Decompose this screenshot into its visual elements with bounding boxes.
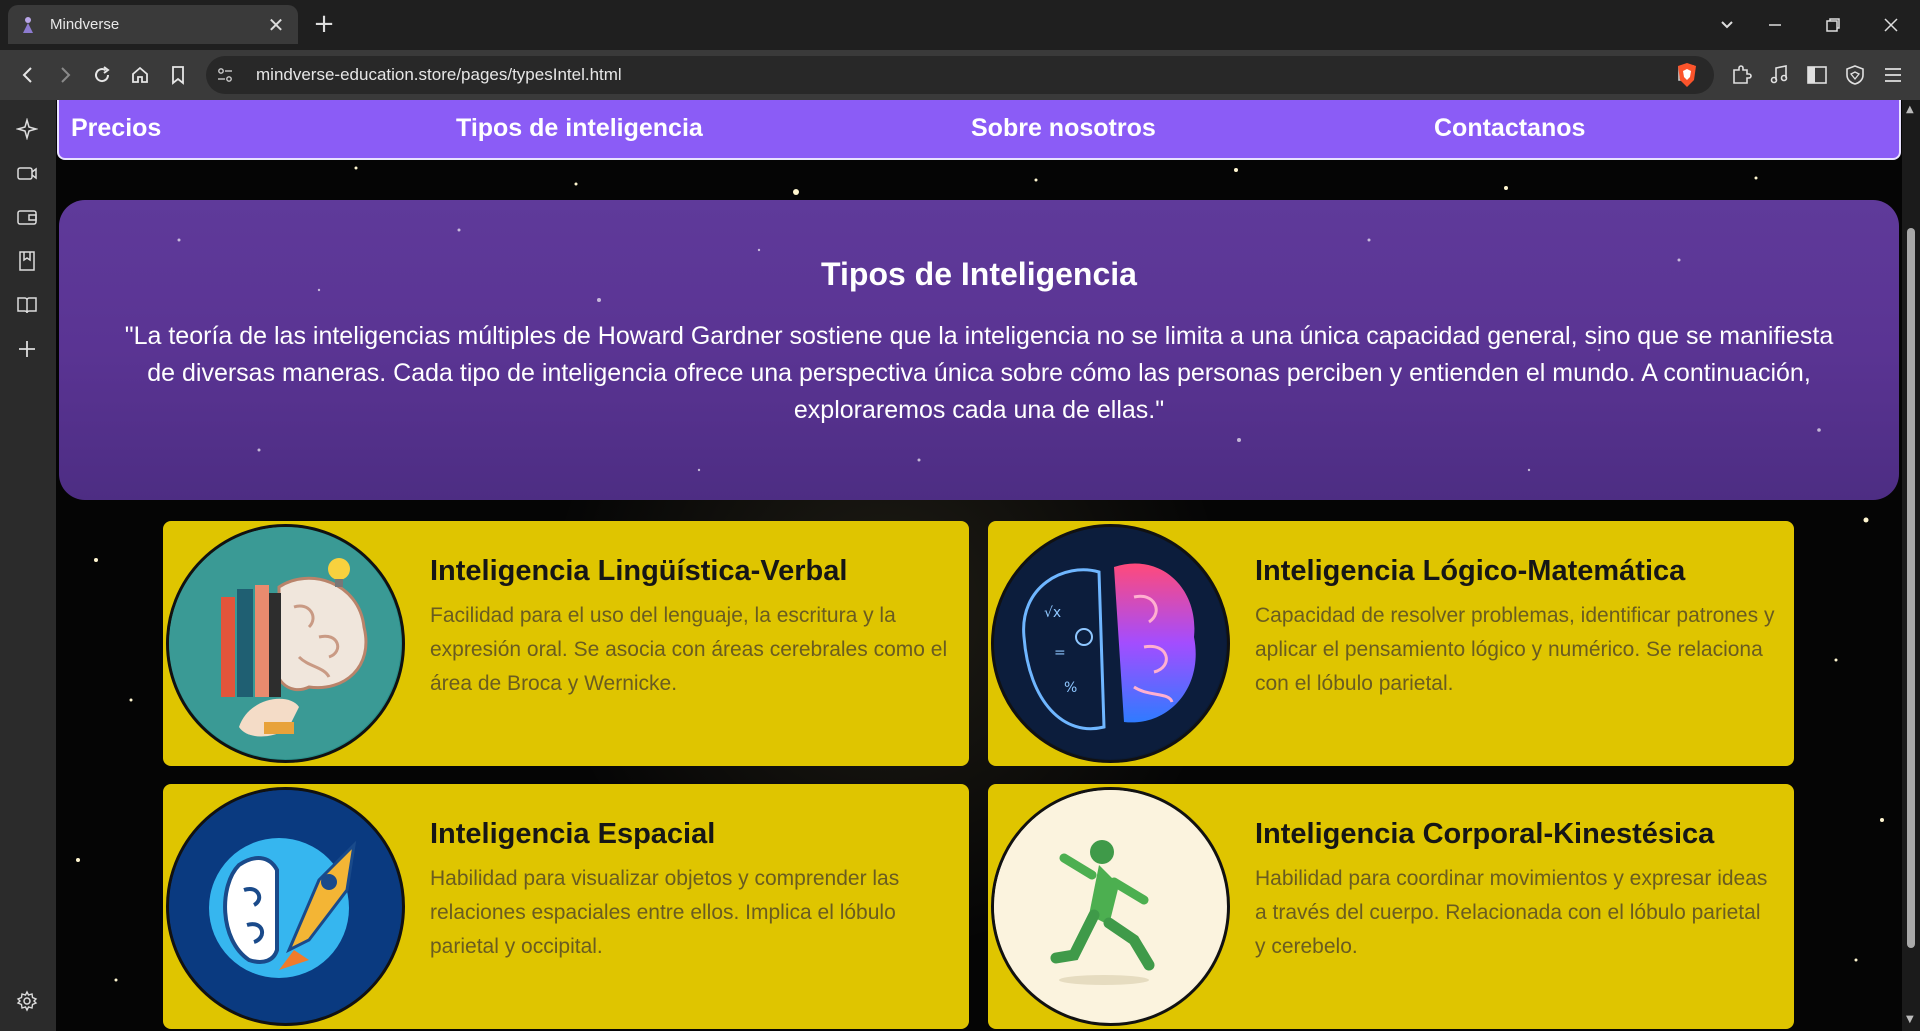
- main-navigation: Precios Tipos de inteligencia Sobre noso…: [57, 100, 1901, 160]
- extensions-icon[interactable]: [1729, 63, 1753, 87]
- minimize-window-button[interactable]: [1760, 10, 1790, 40]
- home-icon: [132, 66, 148, 83]
- tab-list-chevron-icon[interactable]: [1712, 10, 1742, 40]
- brain-math-icon: √x = %: [991, 524, 1230, 763]
- nav-link-sobre-nosotros[interactable]: Sobre nosotros: [971, 114, 1156, 143]
- back-button[interactable]: [13, 60, 43, 90]
- bookmark-icon: [172, 66, 184, 85]
- running-child-icon: [991, 787, 1230, 1026]
- home-button[interactable]: [125, 60, 155, 90]
- card-logico-matematica[interactable]: √x = % Inteligencia Lógico-Matemática Ca…: [988, 521, 1794, 766]
- wallet-icon[interactable]: [14, 204, 40, 230]
- menu-icon[interactable]: [1881, 63, 1905, 87]
- svg-text:=: =: [1054, 645, 1066, 661]
- brave-shields-icon[interactable]: [1676, 62, 1698, 88]
- add-panel-icon[interactable]: [14, 336, 40, 362]
- card-title: Inteligencia Lógico-Matemática: [1255, 555, 1686, 587]
- forward-arrow-icon: [61, 67, 71, 83]
- tab-title: Mindverse: [50, 16, 120, 33]
- brain-rocket-icon: [166, 787, 405, 1026]
- media-music-icon[interactable]: [1767, 63, 1791, 87]
- sidebar-toggle-icon[interactable]: [1805, 63, 1829, 87]
- page-title: Tipos de Inteligencia: [821, 256, 1137, 292]
- back-arrow-icon: [22, 67, 32, 83]
- scrollbar-thumb[interactable]: [1907, 228, 1915, 948]
- reload-button[interactable]: [87, 60, 117, 90]
- card-title: Inteligencia Lingüística-Verbal: [430, 555, 848, 587]
- bookmark-button[interactable]: [163, 60, 193, 90]
- site-settings-icon[interactable]: [214, 67, 236, 83]
- card-description: Capacidad de resolver problemas, identif…: [1255, 604, 1775, 695]
- intro-banner: Tipos de Inteligencia "La teoría de las …: [59, 200, 1899, 500]
- address-bar[interactable]: mindverse-education.store/pages/typesInt…: [206, 56, 1714, 94]
- nav-link-contactanos[interactable]: Contactanos: [1434, 114, 1585, 143]
- browser-sidebar: [0, 100, 56, 1031]
- svg-text:%: %: [1064, 680, 1077, 696]
- leo-ai-icon[interactable]: [14, 116, 40, 142]
- reload-icon: [95, 66, 110, 83]
- browser-toolbar: mindverse-education.store/pages/typesInt…: [0, 50, 1920, 100]
- nav-link-precios[interactable]: Precios: [71, 114, 161, 143]
- card-description: Habilidad para coordinar movimientos y e…: [1255, 867, 1768, 958]
- scroll-down-arrow-icon[interactable]: ▼: [1906, 1014, 1914, 1025]
- scroll-up-arrow-icon[interactable]: ▲: [1906, 104, 1914, 115]
- reading-list-icon[interactable]: [14, 292, 40, 318]
- page-viewport: Precios Tipos de inteligencia Sobre noso…: [56, 100, 1902, 1031]
- url-text[interactable]: mindverse-education.store/pages/typesInt…: [256, 65, 1676, 85]
- vpn-shield-icon[interactable]: [1843, 63, 1867, 87]
- card-description: Habilidad para visualizar objetos y comp…: [430, 867, 900, 958]
- mindverse-favicon-icon: [23, 16, 33, 33]
- svg-text:√x: √x: [1044, 605, 1061, 621]
- card-description: Facilidad para el uso del lenguaje, la e…: [430, 604, 948, 695]
- card-title: Inteligencia Espacial: [430, 818, 716, 850]
- settings-gear-icon[interactable]: [14, 988, 40, 1014]
- intro-quote: "La teoría de las inteligencias múltiple…: [124, 322, 1834, 424]
- close-window-button[interactable]: [1876, 10, 1906, 40]
- browser-tab[interactable]: Mindverse ✕: [8, 5, 298, 44]
- card-linguistica-verbal[interactable]: Inteligencia Lingüística-Verbal Facilida…: [163, 521, 969, 766]
- close-tab-icon[interactable]: ✕: [266, 13, 286, 37]
- card-corporal-kinestesica[interactable]: Inteligencia Corporal-Kinestésica Habili…: [988, 784, 1794, 1029]
- forward-button[interactable]: [50, 60, 80, 90]
- bookmarks-icon[interactable]: [14, 248, 40, 274]
- brave-talk-icon[interactable]: [14, 160, 40, 186]
- brain-books-icon: [166, 524, 405, 763]
- restore-window-button[interactable]: [1818, 10, 1848, 40]
- new-tab-button[interactable]: +: [310, 10, 338, 38]
- browser-tab-bar: Mindverse ✕ +: [0, 0, 1920, 50]
- page-scrollbar[interactable]: ▲ ▼: [1902, 100, 1920, 1031]
- card-title: Inteligencia Corporal-Kinestésica: [1255, 818, 1715, 850]
- card-espacial[interactable]: Inteligencia Espacial Habilidad para vis…: [163, 784, 969, 1029]
- nav-link-tipos-de-inteligencia[interactable]: Tipos de inteligencia: [456, 114, 703, 143]
